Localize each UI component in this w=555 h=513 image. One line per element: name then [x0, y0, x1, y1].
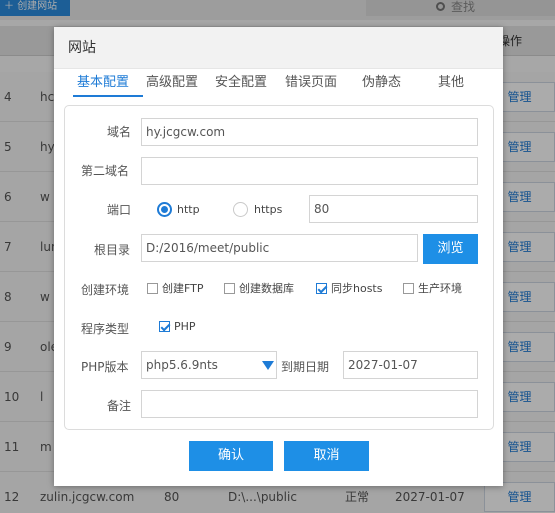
create-db-label: 创建数据库	[239, 282, 294, 295]
https-label: https	[254, 203, 283, 216]
tab-other[interactable]: 其他	[438, 75, 464, 91]
tab-security-config[interactable]: 安全配置	[215, 75, 267, 91]
port-label: 端口	[107, 203, 132, 217]
create-db-checkbox[interactable]	[224, 283, 235, 294]
expiry-label: 到期日期	[281, 360, 330, 374]
root-dir-label: 根目录	[94, 243, 131, 257]
env-label: 创建环境	[81, 283, 130, 297]
php-version-select[interactable]: php5.6.9nts	[141, 351, 277, 379]
php-checkbox[interactable]	[159, 321, 170, 332]
active-tab-indicator	[73, 95, 143, 97]
https-radio[interactable]	[233, 202, 248, 217]
confirm-button[interactable]: 确认	[189, 441, 273, 471]
tab-error-pages[interactable]: 错误页面	[285, 75, 337, 91]
production-env-label: 生产环境	[418, 282, 462, 295]
cancel-button[interactable]: 取消	[284, 441, 369, 471]
dialog-header: 网站	[54, 27, 503, 69]
second-domain-label: 第二域名	[81, 164, 130, 178]
browse-button[interactable]: 浏览	[423, 234, 478, 264]
create-ftp-checkbox[interactable]	[147, 283, 158, 294]
domain-field[interactable]: hy.jcgcw.com	[141, 118, 478, 146]
domain-label: 域名	[107, 125, 132, 139]
php-label: PHP	[174, 320, 196, 333]
root-dir-field[interactable]: D:/2016/meet/public	[141, 234, 418, 262]
expiry-date-field[interactable]: 2027-01-07	[343, 351, 478, 379]
basic-config-panel: 域名 hy.jcgcw.com 第二域名 端口 http https 80 根目…	[64, 105, 494, 430]
note-field[interactable]	[141, 390, 478, 418]
tab-basic-config[interactable]: 基本配置	[77, 75, 129, 91]
site-settings-dialog: 网站 基本配置 高级配置 安全配置 错误页面 伪静态 其他 域名 hy.jcgc…	[54, 27, 503, 486]
sync-hosts-checkbox[interactable]	[316, 283, 327, 294]
php-version-label: PHP版本	[81, 360, 129, 374]
dialog-title: 网站	[68, 40, 96, 56]
second-domain-field[interactable]	[141, 157, 478, 185]
chevron-down-icon[interactable]	[262, 361, 274, 370]
tab-rewrite[interactable]: 伪静态	[362, 75, 401, 91]
tab-advanced-config[interactable]: 高级配置	[146, 75, 198, 91]
php-version-value: php5.6.9nts	[146, 358, 218, 372]
production-env-checkbox[interactable]	[403, 283, 414, 294]
sync-hosts-label: 同步hosts	[331, 282, 383, 295]
port-field[interactable]: 80	[309, 195, 478, 223]
note-label: 备注	[107, 399, 132, 413]
program-type-label: 程序类型	[81, 322, 130, 336]
http-radio[interactable]	[157, 202, 172, 217]
http-label: http	[177, 203, 200, 216]
create-ftp-label: 创建FTP	[162, 282, 204, 295]
